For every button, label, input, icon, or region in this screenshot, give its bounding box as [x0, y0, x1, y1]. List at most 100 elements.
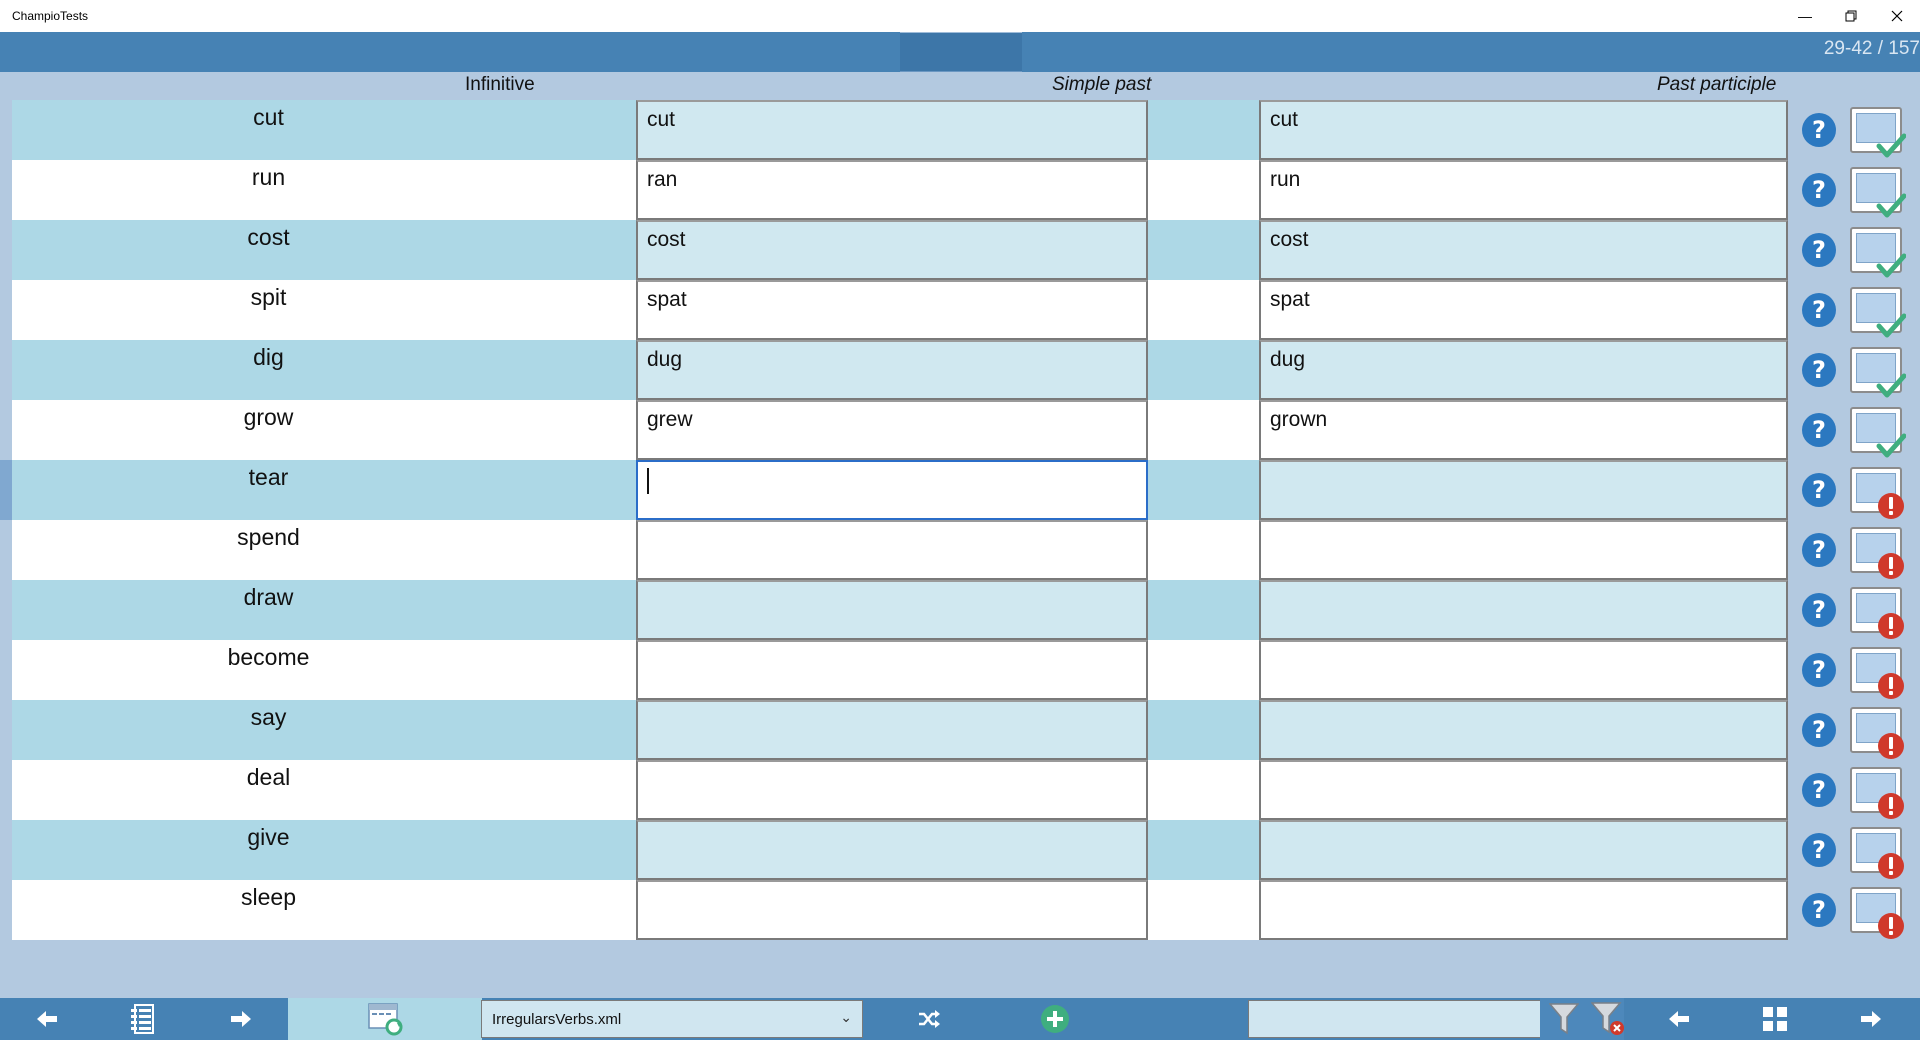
help-button[interactable]: ? [1802, 473, 1836, 507]
past-participle-value: cut [1270, 108, 1299, 131]
answer-status[interactable] [1848, 105, 1907, 158]
infinitive-cell: grow [243, 404, 294, 430]
help-button[interactable]: ? [1802, 293, 1836, 327]
answer-status[interactable] [1848, 345, 1907, 398]
answer-status[interactable] [1848, 585, 1904, 639]
past-participle-input[interactable]: dug [1259, 340, 1788, 400]
restore-icon [1845, 10, 1857, 22]
error-icon [1876, 611, 1906, 641]
answer-status[interactable] [1848, 465, 1904, 519]
simple-past-input[interactable]: dug [636, 340, 1148, 400]
add-button[interactable] [1032, 998, 1078, 1040]
table-row: spit spat spat? [12, 280, 1920, 340]
simple-past-value: cost [647, 228, 686, 251]
grid-icon [1763, 1007, 1787, 1031]
next-button[interactable] [218, 998, 264, 1040]
past-participle-value: grown [1270, 408, 1328, 431]
help-button[interactable]: ? [1802, 533, 1836, 567]
question-icon: ? [1812, 116, 1826, 144]
answer-status[interactable] [1848, 705, 1904, 759]
past-participle-input[interactable] [1259, 580, 1788, 640]
list-button[interactable] [120, 998, 166, 1040]
table-row: dig dug dug? [12, 340, 1920, 400]
previous-button[interactable] [24, 998, 70, 1040]
answer-status[interactable] [1848, 225, 1907, 278]
past-participle-input[interactable] [1259, 460, 1788, 520]
question-icon: ? [1812, 536, 1826, 564]
simple-past-input[interactable] [636, 520, 1148, 580]
minimize-button[interactable]: — [1782, 0, 1828, 32]
infinitive-cell: deal [246, 764, 291, 790]
simple-past-input[interactable]: cost [636, 220, 1148, 280]
check-icon [1876, 131, 1907, 161]
simple-past-input[interactable]: ran [636, 160, 1148, 220]
filter-button[interactable] [1544, 998, 1584, 1040]
past-participle-input[interactable]: cost [1259, 220, 1788, 280]
shuffle-button[interactable] [906, 998, 952, 1040]
help-button[interactable]: ? [1802, 353, 1836, 387]
simple-past-input[interactable] [636, 580, 1148, 640]
infinitive-cell: dig [253, 344, 284, 370]
simple-past-input[interactable] [636, 760, 1148, 820]
search-input[interactable] [1248, 1000, 1541, 1038]
grid-view-button[interactable] [1752, 998, 1798, 1040]
help-button[interactable]: ? [1802, 233, 1836, 267]
past-participle-input[interactable]: run [1259, 160, 1788, 220]
past-participle-input[interactable]: spat [1259, 280, 1788, 340]
file-select[interactable]: IrregularsVerbs.xml ⌄ [481, 1000, 863, 1038]
help-button[interactable]: ? [1802, 653, 1836, 687]
shuffle-icon [919, 1010, 940, 1028]
error-icon [1876, 911, 1906, 941]
help-button[interactable]: ? [1802, 413, 1836, 447]
answer-status[interactable] [1848, 405, 1907, 458]
simple-past-value: dug [647, 348, 683, 371]
reload-window-button[interactable] [362, 998, 408, 1040]
check-icon [1876, 371, 1907, 401]
simple-past-input[interactable] [636, 700, 1148, 760]
clear-filter-button[interactable] [1588, 998, 1628, 1040]
past-participle-input[interactable] [1259, 640, 1788, 700]
error-icon [1876, 491, 1906, 521]
help-button[interactable]: ? [1802, 833, 1836, 867]
help-button[interactable]: ? [1802, 893, 1836, 927]
past-participle-input[interactable]: cut [1259, 100, 1788, 160]
answer-status[interactable] [1848, 885, 1904, 939]
answer-status[interactable] [1848, 765, 1904, 819]
answer-status[interactable] [1848, 525, 1904, 579]
simple-past-input[interactable]: cut [636, 100, 1148, 160]
past-participle-input[interactable] [1259, 700, 1788, 760]
past-participle-input[interactable] [1259, 820, 1788, 880]
answer-status[interactable] [1848, 165, 1907, 218]
past-participle-input[interactable]: grown [1259, 400, 1788, 460]
table-row: grow grew grown? [12, 400, 1920, 460]
error-icon [1876, 551, 1906, 581]
simple-past-input[interactable]: spat [636, 280, 1148, 340]
page-previous-button[interactable] [1656, 998, 1702, 1040]
simple-past-input[interactable] [636, 820, 1148, 880]
help-button[interactable]: ? [1802, 173, 1836, 207]
help-button[interactable]: ? [1802, 593, 1836, 627]
answer-status[interactable] [1848, 285, 1907, 338]
simple-past-input[interactable]: grew [636, 400, 1148, 460]
infinitive-cell: draw [243, 584, 294, 610]
question-icon: ? [1812, 416, 1826, 444]
table-row: cut cut cut? [12, 100, 1920, 160]
answer-status[interactable] [1848, 645, 1904, 699]
past-participle-input[interactable] [1259, 760, 1788, 820]
past-participle-value: run [1270, 168, 1301, 191]
simple-past-input[interactable] [636, 880, 1148, 940]
simple-past-input[interactable] [636, 640, 1148, 700]
title-bar: ChampioTests — [0, 0, 1920, 32]
close-button[interactable] [1874, 0, 1920, 32]
help-button[interactable]: ? [1802, 713, 1836, 747]
question-icon: ? [1812, 716, 1826, 744]
past-participle-input[interactable] [1259, 880, 1788, 940]
answer-status[interactable] [1848, 825, 1904, 879]
page-next-button[interactable] [1848, 998, 1894, 1040]
help-button[interactable]: ? [1802, 773, 1836, 807]
restore-button[interactable] [1828, 0, 1874, 32]
help-button[interactable]: ? [1802, 113, 1836, 147]
simple-past-input[interactable] [636, 460, 1148, 520]
simple-past-value: spat [647, 288, 687, 311]
past-participle-input[interactable] [1259, 520, 1788, 580]
